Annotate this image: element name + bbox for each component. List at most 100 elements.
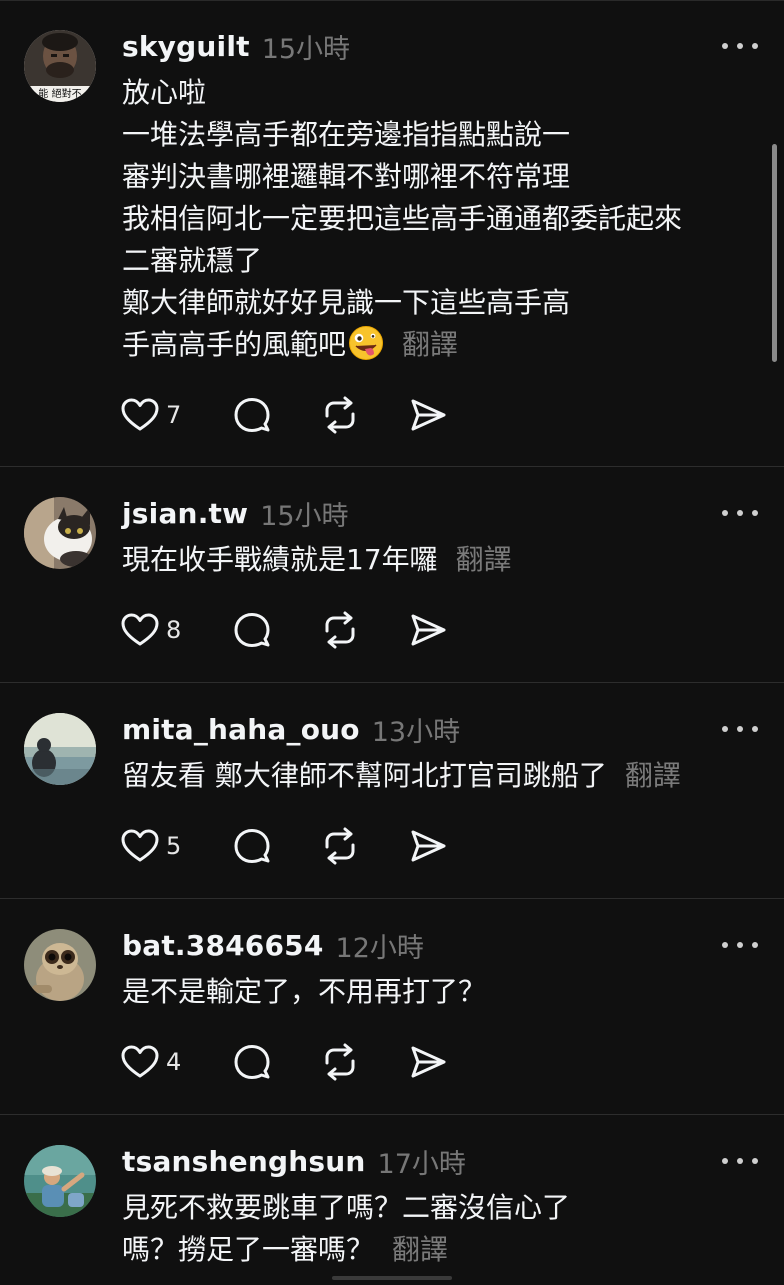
reply-button[interactable] [232, 395, 272, 435]
comment-header: mita_haha_ouo 13小時 [122, 709, 460, 749]
repost-icon [325, 827, 355, 865]
comment-line: 我相信阿北一定要把這些高手通通都委託起來 [122, 202, 683, 235]
timestamp: 15小時 [261, 33, 351, 65]
repost-icon [325, 1043, 355, 1081]
reply-button[interactable] [232, 1042, 272, 1082]
comment-post: mita_haha_ouo 13小時 留友看 鄭大律師不幫阿北打官司跳船了 翻譯 … [0, 683, 784, 899]
share-button[interactable] [408, 826, 448, 866]
avatar[interactable] [24, 1145, 96, 1217]
share-button[interactable] [408, 1042, 448, 1082]
heart-icon [121, 398, 159, 431]
comment-line: 審判決書哪裡邏輯不對哪裡不符常理 [122, 160, 571, 193]
home-indicator [332, 1276, 452, 1280]
avatar[interactable] [24, 929, 96, 1001]
comment-line: 手高高手的風範吧 [122, 328, 347, 361]
comment-header: jsian.tw 15小時 [122, 493, 349, 533]
like-button[interactable]: 5 [120, 826, 206, 866]
translate-link[interactable]: 翻譯 [456, 543, 512, 576]
like-button[interactable]: 8 [120, 610, 206, 650]
svg-text:能 絕對不: 能 絕對不 [38, 87, 81, 100]
action-bar: 8 [120, 610, 448, 650]
comment-line-last: 留友看 鄭大律師不幫阿北打官司跳船了 翻譯 [122, 755, 752, 797]
like-button[interactable]: 4 [120, 1042, 206, 1082]
comment-feed: 能 絕對不 skyguilt 15小時 放心啦 一堆法學高手都在旁邊指指點點說一… [0, 0, 784, 1285]
more-options-icon[interactable] [722, 719, 758, 739]
like-count: 8 [166, 616, 182, 644]
username[interactable]: skyguilt [122, 30, 250, 63]
comment-line: 鄭大律師就好好見識一下這些高手高 [122, 286, 571, 319]
comment-bubble-icon [234, 613, 270, 647]
action-bar: 5 [120, 826, 448, 866]
comment-bubble-icon [234, 829, 270, 863]
like-count: 4 [166, 1048, 182, 1076]
comment-text: 留友看 鄭大律師不幫阿北打官司跳船了 翻譯 [122, 755, 752, 797]
send-icon [411, 1046, 446, 1078]
more-options-icon[interactable] [722, 503, 758, 523]
translate-link[interactable]: 翻譯 [392, 1233, 448, 1266]
avatar-man-photo-icon: 能 絕對不 [24, 30, 96, 102]
reply-button[interactable] [232, 610, 272, 650]
comment-line: 見死不救要跳車了嗎？二審沒信心了 [122, 1191, 571, 1224]
send-icon [411, 399, 446, 431]
avatar[interactable] [24, 497, 96, 569]
username[interactable]: mita_haha_ouo [122, 713, 360, 746]
translate-link[interactable]: 翻譯 [625, 759, 681, 792]
zany-face-emoji-icon [348, 325, 384, 361]
avatar-seaside-photo-icon [24, 713, 96, 785]
avatar-cat-photo-icon [24, 497, 96, 569]
comment-line: 嗎？撈足了一審嗎？ [122, 1233, 375, 1266]
heart-icon [121, 829, 159, 862]
comment-line-last: 手高高手的風範吧 翻譯 [122, 324, 752, 366]
heart-icon [121, 1045, 159, 1078]
like-count: 5 [166, 832, 182, 860]
timestamp: 13小時 [371, 716, 461, 748]
repost-button[interactable] [320, 826, 360, 866]
comment-line-last: 嗎？撈足了一審嗎？ 翻譯 [122, 1229, 752, 1271]
comment-line: 現在收手戰績就是17年囉 [122, 543, 438, 576]
timestamp: 12小時 [335, 932, 424, 964]
scrollbar[interactable] [772, 144, 777, 362]
comment-post: tsanshenghsun 17小時 見死不救要跳車了嗎？二審沒信心了 嗎？撈足… [0, 1115, 784, 1285]
repost-icon [325, 611, 355, 649]
comment-post: bat.3846654 12小時 是不是輸定了，不用再打了？ 4 [0, 899, 784, 1115]
repost-button[interactable] [320, 610, 360, 650]
comment-post: 能 絕對不 skyguilt 15小時 放心啦 一堆法學高手都在旁邊指指點點說一… [0, 0, 784, 467]
comment-line: 留友看 鄭大律師不幫阿北打官司跳船了 [122, 759, 607, 792]
avatar[interactable] [24, 713, 96, 785]
comment-post: jsian.tw 15小時 現在收手戰績就是17年囉 翻譯 8 [0, 467, 784, 683]
send-icon [411, 830, 446, 862]
comment-header: skyguilt 15小時 [122, 26, 350, 66]
username[interactable]: tsanshenghsun [122, 1145, 366, 1178]
like-button[interactable]: 7 [120, 395, 206, 435]
more-options-icon[interactable] [722, 1151, 758, 1171]
translate-link[interactable]: 翻譯 [402, 328, 458, 361]
timestamp: 17小時 [377, 1148, 466, 1180]
comment-line: 放心啦 [122, 76, 207, 109]
repost-button[interactable] [320, 395, 360, 435]
comment-text: 是不是輸定了，不用再打了？ [122, 971, 752, 1013]
comment-line: 一堆法學高手都在旁邊指指點點說一 [122, 118, 571, 151]
comment-bubble-icon [234, 1045, 270, 1079]
like-count: 7 [166, 401, 182, 429]
more-options-icon[interactable] [722, 36, 758, 56]
avatar[interactable]: 能 絕對不 [24, 30, 96, 102]
comment-line: 二審就穩了 [122, 244, 263, 277]
comment-header: tsanshenghsun 17小時 [122, 1141, 466, 1181]
username[interactable]: bat.3846654 [122, 929, 324, 962]
action-bar: 4 [120, 1042, 448, 1082]
username[interactable]: jsian.tw [122, 497, 248, 530]
more-options-icon[interactable] [722, 935, 758, 955]
send-icon [411, 614, 446, 646]
heart-icon [121, 613, 159, 646]
comment-text: 見死不救要跳車了嗎？二審沒信心了 嗎？撈足了一審嗎？ 翻譯 [122, 1187, 752, 1271]
share-button[interactable] [408, 395, 448, 435]
action-bar: 7 [120, 395, 448, 435]
reply-button[interactable] [232, 826, 272, 866]
share-button[interactable] [408, 610, 448, 650]
comment-line: 是不是輸定了，不用再打了？ [122, 975, 487, 1008]
repost-button[interactable] [320, 1042, 360, 1082]
timestamp: 15小時 [260, 500, 349, 532]
comment-text: 放心啦 一堆法學高手都在旁邊指指點點說一 審判決書哪裡邏輯不對哪裡不符常理 我相… [122, 72, 752, 366]
avatar-loris-photo-icon [24, 929, 96, 1001]
comment-bubble-icon [234, 398, 270, 432]
